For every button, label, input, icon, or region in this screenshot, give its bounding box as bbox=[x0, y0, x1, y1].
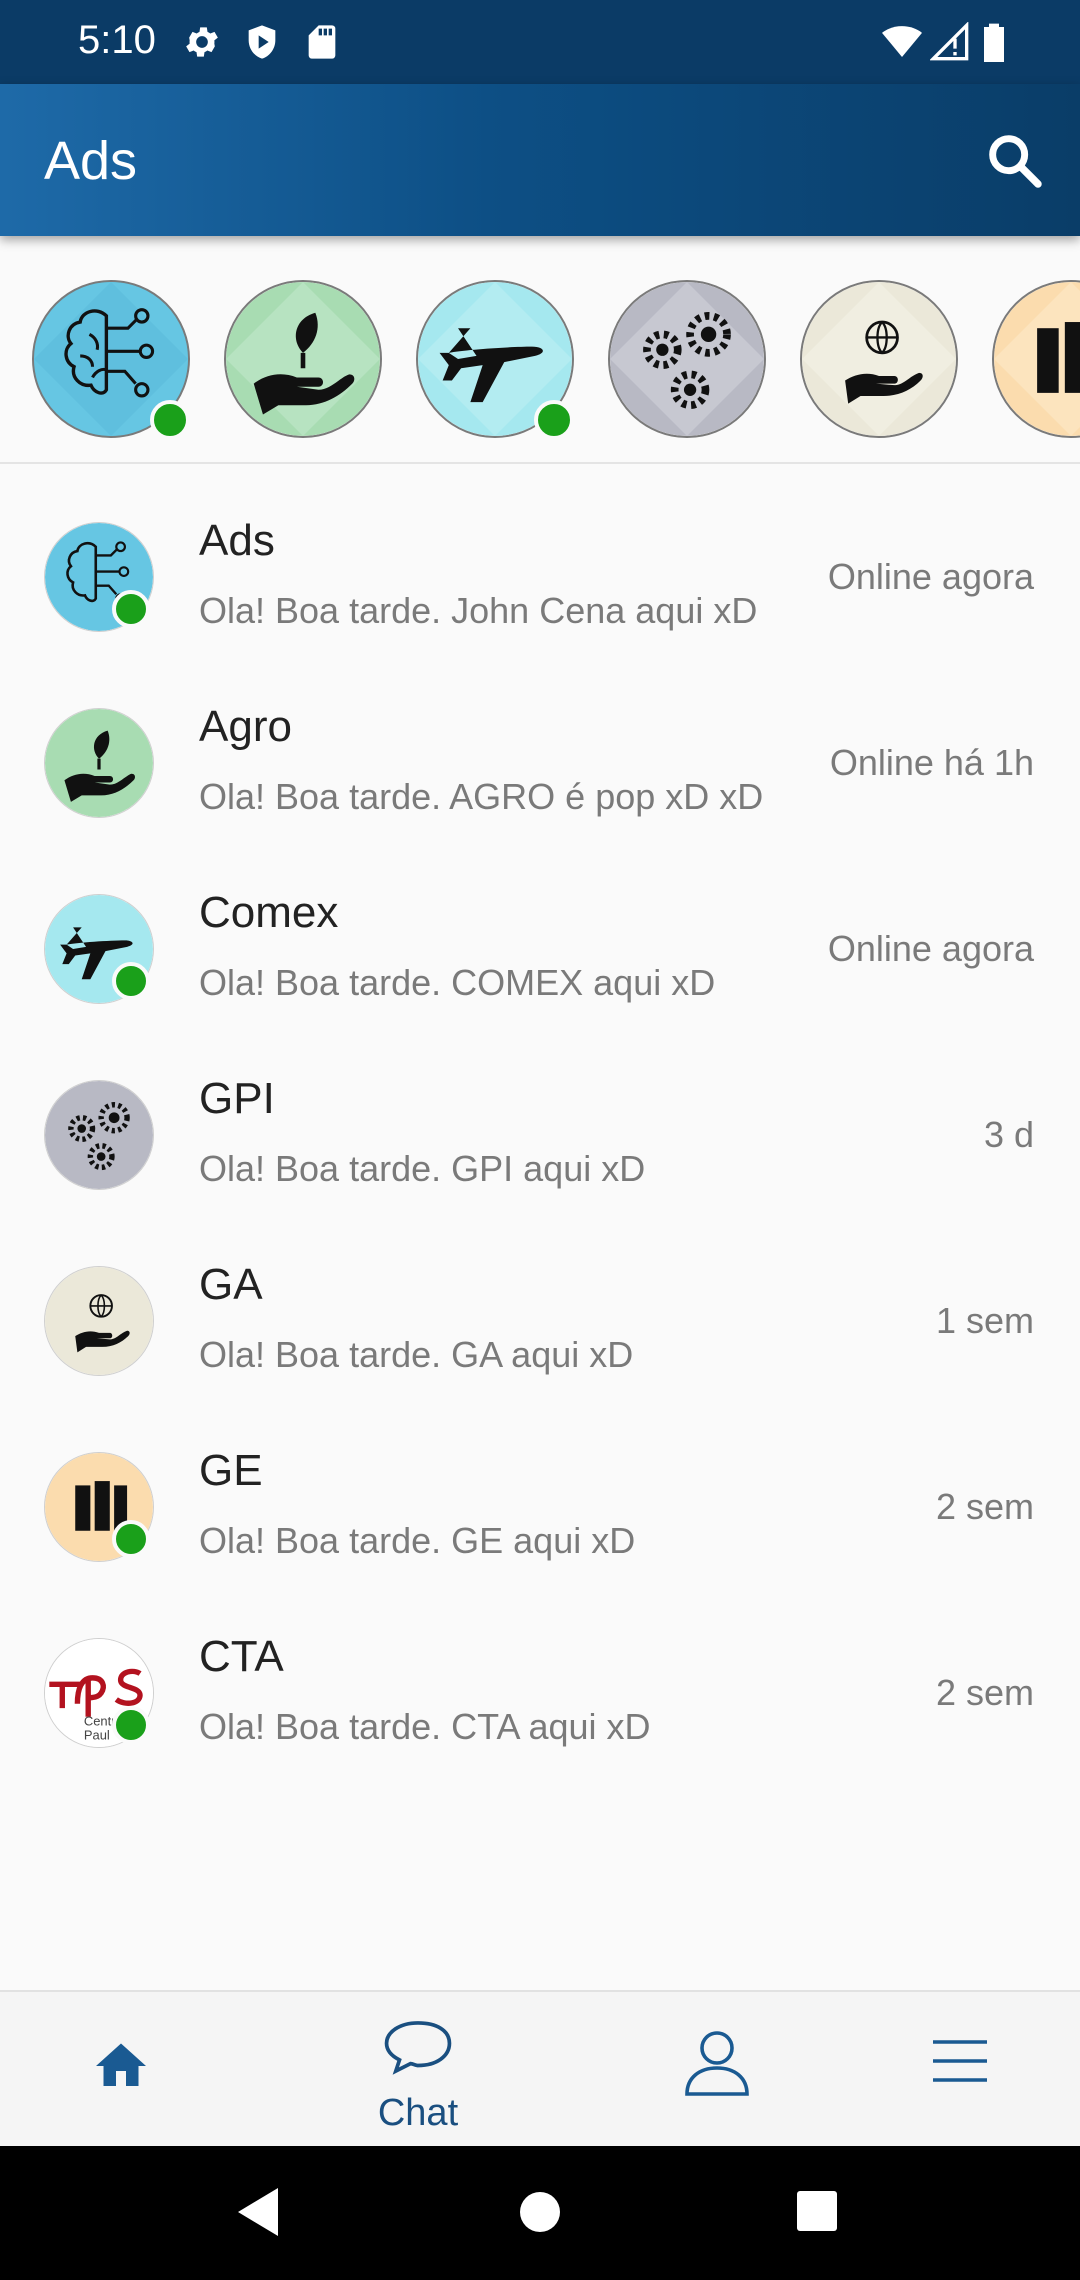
story-ga[interactable] bbox=[800, 280, 958, 438]
chat-row-ge[interactable]: GE Ola! Boa tarde. GE aqui xD 2 sem bbox=[0, 1394, 1080, 1580]
chat-status: 2 sem bbox=[935, 1672, 1034, 1713]
story-agro[interactable] bbox=[224, 280, 382, 438]
chat-preview: Ola! Boa tarde. AGRO é pop xD xD bbox=[199, 776, 764, 817]
chat-preview: Ola! Boa tarde. GA aqui xD bbox=[199, 1334, 634, 1375]
recents-icon[interactable] bbox=[796, 2190, 838, 2232]
chat-status: 2 sem bbox=[935, 1486, 1034, 1527]
home-icon bbox=[96, 2043, 146, 2086]
chat-preview: Ola! Boa tarde. COMEX aqui xD bbox=[199, 962, 716, 1003]
chat-status: 3 d bbox=[983, 1114, 1034, 1155]
chat-row-cta[interactable]: Centr Paul CTA Ola! Boa tarde. CTA aqui … bbox=[0, 1580, 1080, 1766]
status-time: 5:10 bbox=[78, 18, 156, 62]
sd-card-icon bbox=[308, 25, 336, 59]
system-navigation-bar bbox=[0, 2146, 1080, 2280]
gears-icon bbox=[610, 282, 764, 436]
chat-preview: Ola! Boa tarde. CTA aqui xD bbox=[199, 1706, 651, 1747]
online-indicator bbox=[112, 1520, 150, 1558]
online-indicator bbox=[534, 400, 574, 440]
chat-row-comex[interactable]: Comex Ola! Boa tarde. COMEX aqui xD Onli… bbox=[0, 836, 1080, 1022]
person-icon bbox=[685, 2031, 749, 2096]
globe-hand-icon bbox=[802, 282, 956, 436]
home-circle-icon[interactable] bbox=[518, 2190, 562, 2234]
chat-row-ga[interactable]: GA Ola! Boa tarde. GA aqui xD 1 sem bbox=[0, 1208, 1080, 1394]
wifi-icon bbox=[882, 26, 922, 57]
bottom-navigation: Chat bbox=[0, 1990, 1080, 2148]
plant-hand-icon bbox=[226, 282, 380, 436]
logo-text: Paul bbox=[84, 1727, 110, 1742]
chat-name: Agro bbox=[199, 702, 292, 751]
settings-gear-icon bbox=[186, 27, 218, 57]
nav-chat-label: Chat bbox=[377, 2092, 459, 2134]
chat-name: GPI bbox=[199, 1074, 275, 1123]
chat-bubble-icon bbox=[384, 2021, 452, 2075]
chat-name: GE bbox=[199, 1446, 263, 1495]
stories-row[interactable] bbox=[0, 236, 1080, 464]
online-indicator bbox=[150, 400, 190, 440]
chat-row-gpi[interactable]: GPI Ola! Boa tarde. GPI aqui xD 3 d bbox=[0, 1022, 1080, 1208]
chat-name: GA bbox=[199, 1260, 263, 1309]
building-icon bbox=[994, 282, 1080, 436]
gears-icon bbox=[45, 1081, 153, 1189]
story-ge[interactable] bbox=[992, 280, 1080, 438]
back-icon[interactable] bbox=[234, 2186, 280, 2238]
chat-preview: Ola! Boa tarde. GPI aqui xD bbox=[199, 1148, 646, 1189]
avatar bbox=[44, 1266, 154, 1376]
nav-chat[interactable]: Chat bbox=[283, 1992, 553, 2148]
plant-hand-icon bbox=[45, 709, 153, 817]
avatar bbox=[44, 1080, 154, 1190]
nav-home[interactable] bbox=[0, 1992, 270, 2148]
avatar bbox=[44, 708, 154, 818]
chat-row-agro[interactable]: Agro Ola! Boa tarde. AGRO é pop xD xD On… bbox=[0, 650, 1080, 836]
online-indicator bbox=[112, 962, 150, 1000]
chat-name: Ads bbox=[199, 516, 275, 565]
story-gpi[interactable] bbox=[608, 280, 766, 438]
chat-status: Online agora bbox=[827, 556, 1034, 597]
chat-name: Comex bbox=[199, 888, 339, 937]
chat-status: Online há 1h bbox=[829, 742, 1034, 783]
status-bar: 5:10 bbox=[0, 0, 1080, 84]
chat-status: Online agora bbox=[827, 928, 1034, 969]
globe-hand-icon bbox=[45, 1267, 153, 1375]
chat-status: 1 sem bbox=[935, 1300, 1034, 1341]
online-indicator bbox=[112, 1706, 150, 1744]
chat-row-ads[interactable]: Ads Ola! Boa tarde. John Cena aqui xD On… bbox=[0, 464, 1080, 650]
signal-icon bbox=[930, 22, 969, 61]
app-bar: Ads bbox=[0, 84, 1080, 236]
chat-preview: Ola! Boa tarde. GE aqui xD bbox=[199, 1520, 636, 1561]
online-indicator bbox=[112, 590, 150, 628]
battery-icon bbox=[984, 23, 1004, 62]
shield-icon bbox=[248, 25, 276, 59]
search-icon[interactable] bbox=[982, 128, 1046, 192]
nav-profile[interactable] bbox=[585, 1992, 855, 2148]
page-title: Ads bbox=[44, 131, 138, 191]
chat-preview: Ola! Boa tarde. John Cena aqui xD bbox=[199, 590, 758, 631]
nav-menu[interactable] bbox=[825, 1992, 1080, 2148]
hamburger-menu-icon bbox=[933, 2040, 987, 2082]
chat-name: CTA bbox=[199, 1632, 284, 1681]
